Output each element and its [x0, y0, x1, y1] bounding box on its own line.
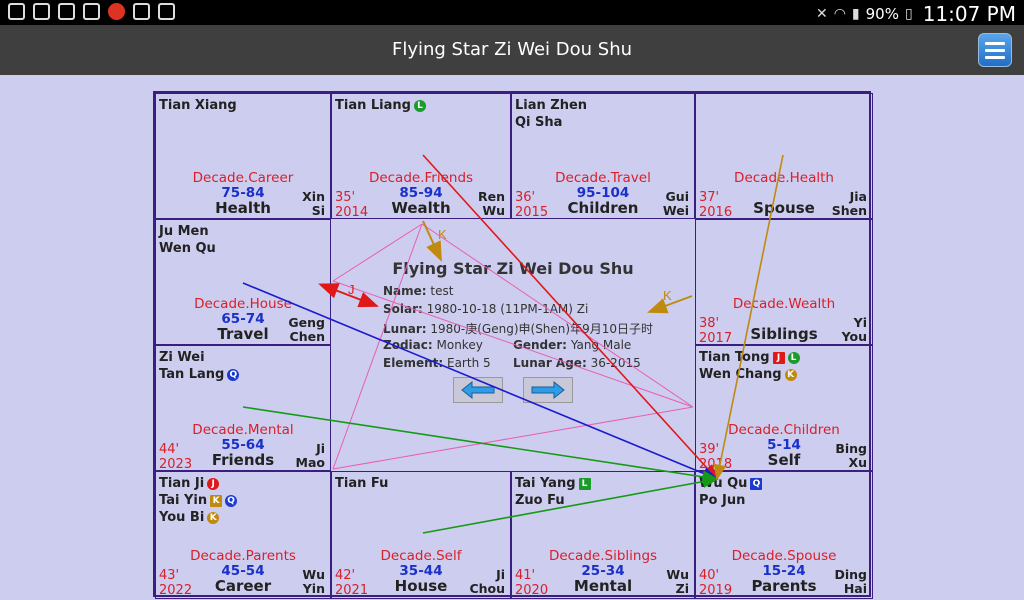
green-flying-line-1 [242, 406, 719, 484]
image-icon [33, 3, 50, 20]
signal-icon: ▮ [851, 6, 860, 22]
j-label-left: J [348, 282, 355, 297]
red-flying-line [422, 154, 719, 481]
system-status: ✕ ◠ ▮ 90% ▯ 11:07 PM [816, 2, 1016, 26]
k-label-right: K [663, 288, 672, 303]
notification-icons [8, 3, 175, 20]
menu-line [985, 56, 1005, 59]
mute-icon: ✕ [815, 6, 828, 22]
briefcase-icon [158, 3, 175, 20]
astrology-chart: Wu Qu Q Po Jun Decade.Spouse 15-24 Parents 40'… [153, 91, 873, 599]
wifi-icon: ◠ [833, 6, 846, 22]
app-notification-icon [108, 3, 125, 20]
usb-icon [8, 3, 25, 20]
clock: 11:07 PM [922, 2, 1016, 26]
blue-flying-line [242, 282, 719, 480]
menu-button[interactable] [978, 33, 1012, 67]
app-title: Flying Star Zi Wei Dou Shu [391, 39, 633, 60]
gold-flying-line [713, 154, 784, 481]
triangle-lines [332, 223, 694, 470]
menu-line [985, 42, 1005, 45]
mail-icon [83, 3, 100, 20]
flying-star-lines: K K J [242, 154, 784, 534]
j-arrow-left [318, 283, 379, 308]
document-icon [133, 3, 150, 20]
battery-percent: 90% [865, 5, 899, 23]
menu-line [985, 49, 1005, 52]
green-flying-line-2 [422, 475, 719, 534]
status-bar: ✕ ◠ ▮ 90% ▯ 11:07 PM [0, 0, 1024, 26]
app-bar: Flying Star Zi Wei Dou Shu [0, 25, 1024, 75]
k-label-top: K [438, 227, 447, 242]
battery-icon: ▯ [904, 6, 913, 22]
camera-icon [58, 3, 75, 20]
